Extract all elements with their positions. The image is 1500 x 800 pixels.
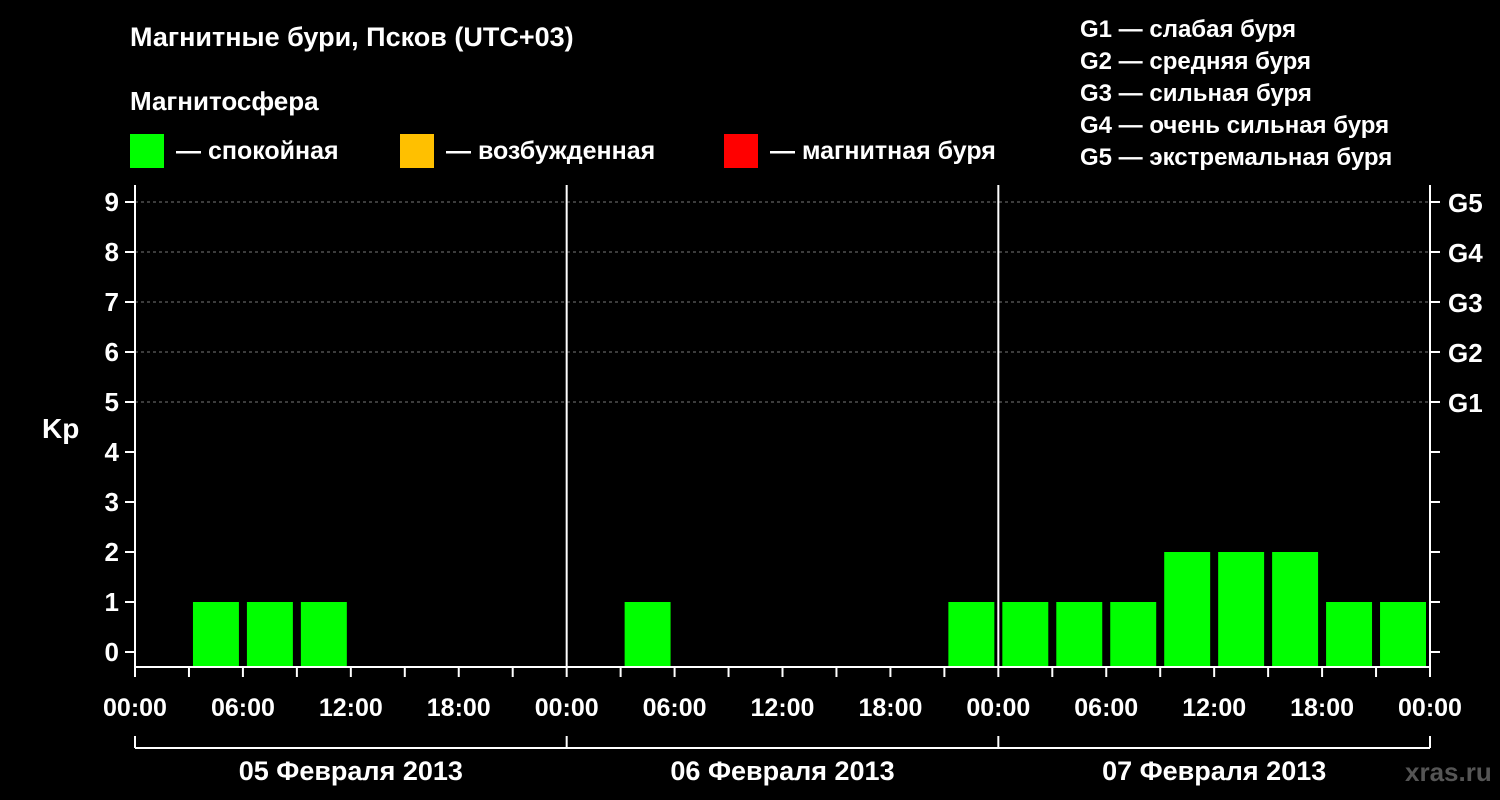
y-tick-label-8: 8 [105, 237, 119, 267]
watermark: xras.ru [1405, 757, 1492, 787]
y-tick-label-4: 4 [105, 437, 120, 467]
kp-bar-1 [192, 602, 239, 667]
x-tick-label-0: 00:00 [103, 694, 167, 722]
right-tick-label-g3: G3 [1448, 288, 1483, 318]
right-tick-label-g4: G4 [1448, 238, 1483, 268]
y-tick-label-3: 3 [105, 487, 119, 517]
day-label-1: 06 Февраля 2013 [670, 756, 894, 786]
x-tick-label-6: 12:00 [751, 694, 815, 722]
x-tick-label-8: 00:00 [966, 694, 1030, 722]
x-tick-label-4: 00:00 [535, 694, 599, 722]
right-tick-label-g2: G2 [1448, 338, 1483, 368]
x-tick-label-11: 18:00 [1290, 694, 1354, 722]
kp-bar-22 [1326, 602, 1373, 667]
x-tick-label-9: 06:00 [1074, 694, 1138, 722]
x-tick-label-10: 12:00 [1182, 694, 1246, 722]
kp-bar-15 [948, 602, 995, 667]
y-tick-label-6: 6 [105, 337, 119, 367]
kp-bar-16 [1002, 602, 1049, 667]
y-tick-label-9: 9 [105, 187, 119, 217]
day-label-2: 07 Февраля 2013 [1102, 756, 1326, 786]
kp-bar-19 [1164, 552, 1211, 667]
kp-bar-2 [246, 602, 293, 667]
x-tick-label-2: 12:00 [319, 694, 383, 722]
kp-bar-18 [1110, 602, 1157, 667]
x-tick-label-7: 18:00 [858, 694, 922, 722]
kp-bar-21 [1272, 552, 1319, 667]
y-tick-label-7: 7 [105, 287, 119, 317]
kp-bar-17 [1056, 602, 1103, 667]
kp-bar-23 [1380, 602, 1426, 667]
y-tick-label-2: 2 [105, 537, 119, 567]
kp-bar-20 [1218, 552, 1265, 667]
y-tick-label-5: 5 [105, 387, 119, 417]
right-tick-label-g5: G5 [1448, 188, 1483, 218]
x-tick-label-5: 06:00 [643, 694, 707, 722]
y-tick-label-1: 1 [105, 587, 119, 617]
x-tick-label-12: 00:00 [1398, 694, 1462, 722]
kp-bar-3 [300, 602, 347, 667]
day-label-0: 05 Февраля 2013 [239, 756, 463, 786]
x-tick-label-3: 18:00 [427, 694, 491, 722]
kp-bar-9 [624, 602, 671, 667]
x-tick-label-1: 06:00 [211, 694, 275, 722]
y-tick-label-0: 0 [105, 637, 119, 667]
kp-chart: 0 1 2 3 4 5 6 7 8 9 G1 G2 G3 G4 G5 Kp 00:00 06:00 12:00 18:… [42, 185, 1483, 786]
y-axis-label: Kp [42, 413, 79, 444]
right-tick-label-g1: G1 [1448, 388, 1483, 418]
